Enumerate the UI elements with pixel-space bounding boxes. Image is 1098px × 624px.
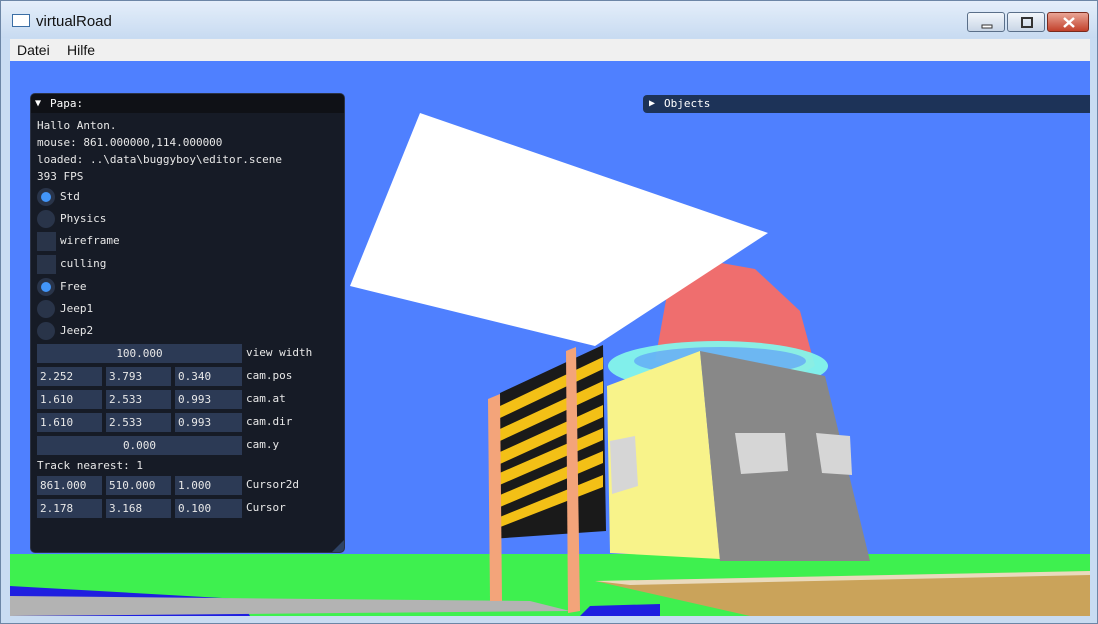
cam-y-label: cam.y [246, 438, 280, 451]
mouse-readout: mouse: 861.000000,114.000000 [37, 136, 223, 149]
track-nearest-text: Track nearest: 1 [37, 459, 143, 472]
collapse-triangle-icon[interactable]: ▼ [35, 98, 41, 109]
culling-label: culling [60, 257, 107, 270]
resize-grip-icon[interactable] [332, 540, 344, 552]
cursor-x-field[interactable]: 2.178 [37, 499, 102, 518]
radio-free[interactable] [37, 278, 55, 296]
radio-std[interactable] [37, 188, 55, 206]
loaded-scene-text: loaded: ..\data\buggyboy\editor.scene [37, 153, 283, 166]
app-window-icon [12, 14, 30, 27]
window-title: virtualRoad [36, 13, 112, 30]
fps-readout: 393 FPS [37, 170, 84, 183]
debug-panel: ▼ Papa: Hallo Anton. mouse: 861.000000,1… [30, 93, 345, 553]
wireframe-label: wireframe [60, 234, 120, 247]
radio-std-label: Std [60, 190, 80, 203]
objects-panel-header[interactable]: ▶ Objects [643, 95, 1090, 113]
wireframe-checkbox[interactable] [37, 232, 56, 251]
radio-physics[interactable] [37, 210, 55, 228]
menu-datei[interactable]: Datei [17, 42, 50, 58]
cursor2d-y-field[interactable]: 510.000 [106, 476, 171, 495]
cam-pos-x-field[interactable]: 2.252 [37, 367, 102, 386]
menu-hilfe-label: Hilfe [67, 42, 96, 58]
minimize-icon [981, 24, 993, 29]
cursor2d-z-field[interactable]: 1.000 [175, 476, 242, 495]
radio-jeep2[interactable] [37, 322, 55, 340]
cursor-y-field[interactable]: 3.168 [106, 499, 171, 518]
cam-dir-y-field[interactable]: 2.533 [106, 413, 171, 432]
cam-at-x-field[interactable]: 1.610 [37, 390, 102, 409]
close-icon [1063, 17, 1075, 28]
close-button[interactable] [1047, 12, 1089, 32]
app-window: virtualRoad Datei Hilfe ▼ Papa: Hallo An… [0, 0, 1098, 624]
cursor-z-field[interactable]: 0.100 [175, 499, 242, 518]
menu-bar: Datei Hilfe [10, 39, 1090, 62]
title-bar[interactable]: virtualRoad [1, 1, 1097, 38]
panel-header[interactable]: ▼ Papa: [31, 94, 344, 113]
maximize-button[interactable] [1007, 12, 1045, 32]
cam-dir-label: cam.dir [246, 415, 293, 428]
menu-hilfe[interactable]: Hilfe [67, 42, 95, 58]
3d-viewport[interactable]: ▼ Papa: Hallo Anton. mouse: 861.000000,1… [10, 61, 1090, 616]
minimize-button[interactable] [967, 12, 1005, 32]
cam-dir-z-field[interactable]: 0.993 [175, 413, 242, 432]
radio-free-label: Free [60, 280, 87, 293]
cam-pos-z-field[interactable]: 0.340 [175, 367, 242, 386]
panel-title: Papa: [50, 97, 84, 110]
expand-triangle-icon[interactable]: ▶ [649, 98, 655, 109]
cam-dir-x-field[interactable]: 1.610 [37, 413, 102, 432]
view-width-label: view width [246, 346, 313, 359]
radio-jeep2-label: Jeep2 [60, 324, 94, 337]
cam-pos-y-field[interactable]: 3.793 [106, 367, 171, 386]
objects-panel-title: Objects [664, 97, 711, 110]
cam-at-y-field[interactable]: 2.533 [106, 390, 171, 409]
cam-at-label: cam.at [246, 392, 286, 405]
cam-pos-label: cam.pos [246, 369, 293, 382]
radio-physics-label: Physics [60, 212, 107, 225]
cam-y-slider[interactable]: 0.000 [37, 436, 242, 455]
cursor2d-label: Cursor2d [246, 478, 299, 491]
cursor2d-x-field[interactable]: 861.000 [37, 476, 102, 495]
view-width-slider[interactable]: 100.000 [37, 344, 242, 363]
greeting-text: Hallo Anton. [37, 119, 117, 132]
radio-jeep1-label: Jeep1 [60, 302, 94, 315]
maximize-icon [1021, 17, 1033, 28]
culling-checkbox[interactable] [37, 255, 56, 274]
menu-datei-label: Datei [17, 42, 50, 58]
radio-jeep1[interactable] [37, 300, 55, 318]
cursor-label: Cursor [246, 501, 286, 514]
cam-at-z-field[interactable]: 0.993 [175, 390, 242, 409]
